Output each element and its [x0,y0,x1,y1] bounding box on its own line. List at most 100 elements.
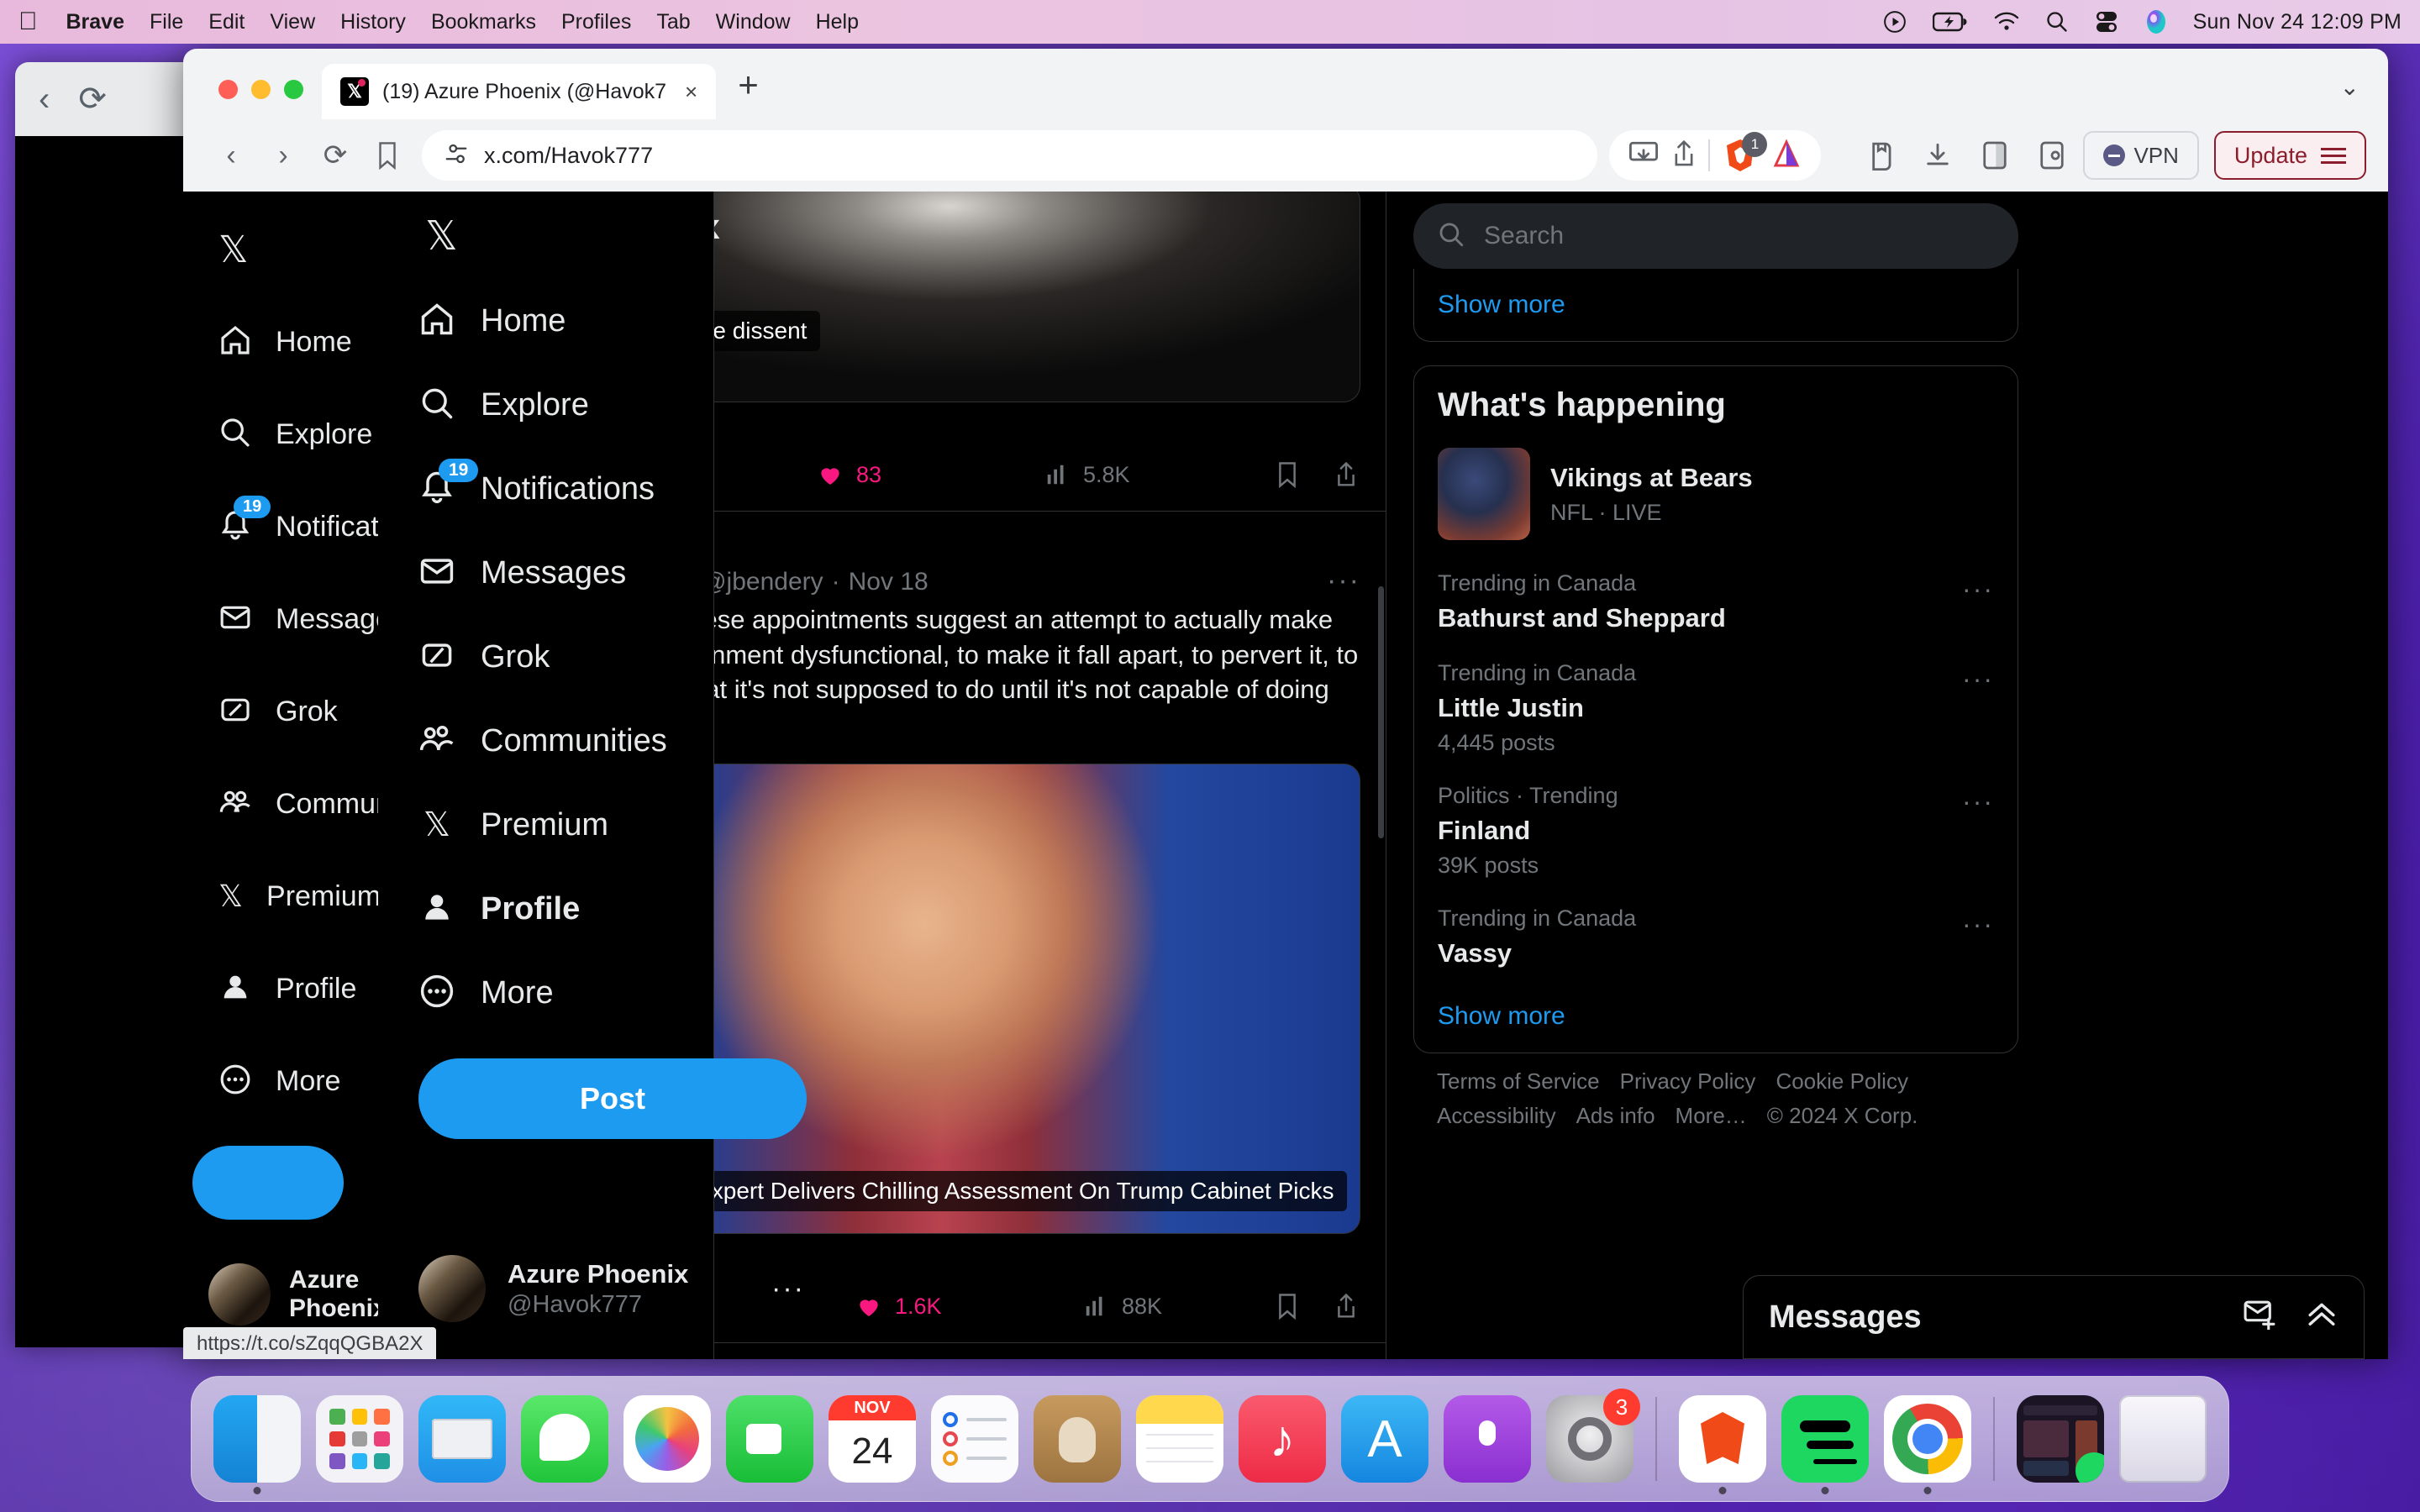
tweet-author-handle[interactable]: @jbendery [701,568,823,596]
scrollbar-thumb[interactable] [1378,586,1384,838]
brave-browser-window[interactable]: 𝕏 (19) Azure Phoenix (@Havok7 × + ⌄ ‹ › … [183,49,2388,1359]
new-tab-button[interactable]: + [716,67,781,119]
dock-item-launchpad[interactable] [316,1395,403,1483]
brave-shields-icon[interactable]: 1 [1722,132,1768,174]
cast-icon[interactable] [1628,139,1660,172]
rail-logo[interactable]: 𝕏 [183,203,378,296]
trend-item[interactable]: Trending in Canada Bathurst and Sheppard… [1414,555,2018,645]
siri-icon[interactable] [2144,9,2168,34]
dock-item-contacts[interactable] [1034,1395,1121,1483]
dock-item-notes[interactable] [1136,1395,1223,1483]
footer-link-privacy[interactable]: Privacy Policy [1620,1068,1756,1095]
menu-item-messages[interactable]: Messages [418,531,713,615]
share-action[interactable] [1332,1292,1360,1320]
close-tab-icon[interactable]: × [680,79,702,105]
trend-more-icon[interactable]: ··· [1962,909,1994,940]
bookmark-action[interactable] [1273,460,1302,489]
dock-item-trash[interactable] [2119,1395,2207,1483]
menu-app-name[interactable]: Brave [66,10,125,34]
search-icon[interactable] [2045,10,2069,34]
menu-item-communities[interactable]: Communities [418,699,713,783]
dock-item-podcasts[interactable] [1444,1395,1531,1483]
dock-item-photos[interactable] [623,1395,711,1483]
vpn-button[interactable]: VPN [2083,131,2199,180]
hamburger-menu-icon[interactable] [2321,147,2346,164]
sidebar-item-messages[interactable]: Messages [183,573,406,665]
sidebar-item-premium[interactable]: 𝕏 Premium [183,850,381,942]
sidebar-item-home[interactable]: Home [183,296,378,388]
apple-logo-icon[interactable]:  [18,9,38,34]
dock-item-appstore[interactable] [1341,1395,1428,1483]
menubar-clock[interactable]: Sun Nov 24 12:09 PM [2193,10,2402,34]
bookmark-icon[interactable] [361,129,413,181]
menu-item-window[interactable]: Window [716,10,791,34]
footer-link-terms[interactable]: Terms of Service [1437,1068,1600,1095]
menu-item-grok[interactable]: Grok [418,615,713,699]
footer-link-more[interactable]: More… [1676,1103,1747,1129]
control-center-icon[interactable] [2094,10,2119,34]
tweet-more-icon[interactable]: ··· [1327,564,1360,597]
rail-post-button[interactable] [192,1146,344,1220]
like-action[interactable]: 83 [816,460,1043,489]
window-traffic-lights[interactable] [203,80,322,119]
like-action[interactable]: 1.6K [855,1292,1081,1320]
menu-item-bookmarks[interactable]: Bookmarks [431,10,536,34]
forward-button[interactable]: › [257,129,309,181]
trend-more-icon[interactable]: ··· [1962,574,1994,605]
menu-item-help[interactable]: Help [816,10,859,34]
views-action[interactable]: 5.8K [1043,460,1228,489]
messages-drawer[interactable]: Messages [1743,1275,2365,1359]
trend-item[interactable]: Trending in Canada Vassy ··· [1414,890,2018,980]
chevron-up-icon[interactable] [2305,1298,2338,1337]
update-button[interactable]: Update [2213,131,2366,180]
play-circle-icon[interactable] [1882,9,1907,34]
menu-item-home[interactable]: Home [418,279,713,363]
dock-item-music[interactable] [1239,1395,1326,1483]
trend-more-icon[interactable]: ··· [1962,786,1994,817]
search-input[interactable]: Search [1413,203,2018,269]
menu-item-more[interactable]: More [418,951,713,1035]
trend-more-icon[interactable]: ··· [1962,664,1994,695]
sidebar-item-profile[interactable]: Profile [183,942,378,1035]
account-switcher[interactable]: Azure Phoenix @Havok777 ··· [418,1255,805,1322]
reload-button[interactable]: ⟳ [309,129,361,181]
show-more-link[interactable]: Show more [1414,269,2018,341]
menu-item-file[interactable]: File [150,10,183,34]
address-bar[interactable]: x.com/Havok777 [422,130,1598,181]
chevron-down-icon[interactable]: ⌄ [2340,73,2388,119]
leo-triangle-icon[interactable] [1770,138,1802,174]
sidebar-item-more[interactable]: More [183,1035,378,1127]
show-more-link[interactable]: Show more [1414,980,2018,1053]
footer-link-ads-info[interactable]: Ads info [1576,1103,1655,1129]
trend-item[interactable]: Trending in Canada Little Justin 4,445 p… [1414,645,2018,768]
sidebar-item-explore[interactable]: Explore [183,388,378,480]
new-message-icon[interactable] [2243,1298,2276,1337]
dock-item-reminders[interactable] [931,1395,1018,1483]
menu-item-explore[interactable]: Explore [418,363,713,447]
dock-item-mail[interactable] [418,1395,506,1483]
sidebar-icon[interactable] [1969,129,2021,181]
site-settings-icon[interactable] [444,141,469,171]
dock-item-minimized-window[interactable] [2017,1395,2104,1483]
dock-item-chrome[interactable] [1884,1395,1971,1494]
minimize-window-button[interactable] [251,80,271,99]
dock-item-messages[interactable] [521,1395,608,1483]
menu-item-view[interactable]: View [270,10,315,34]
trend-item[interactable]: Politics · Trending Finland 39K posts ··… [1414,768,2018,890]
dock-item-finder[interactable] [213,1395,301,1494]
browser-tab-active[interactable]: 𝕏 (19) Azure Phoenix (@Havok7 × [322,64,717,119]
menu-item-profiles[interactable]: Profiles [561,10,631,34]
bookmark-action[interactable] [1273,1292,1302,1320]
dock-item-system-settings[interactable]: 3 [1546,1389,1640,1483]
background-back-icon[interactable]: ‹ [39,81,50,118]
menu-item-notifications[interactable]: 19 Notifications [418,447,713,531]
rewards-icon[interactable] [2026,129,2078,181]
share-action[interactable] [1332,460,1360,489]
maximize-window-button[interactable] [284,80,303,99]
sidebar-item-notifications[interactable]: 19 Notifications [183,480,431,573]
dock-item-calendar[interactable]: NOV 24 [829,1395,916,1483]
tweet-date[interactable]: Nov 18 [849,568,929,596]
account-more-icon[interactable]: ··· [771,1273,805,1305]
dock-item-spotify[interactable] [1781,1395,1869,1494]
battery-charging-icon[interactable] [1932,11,1968,33]
